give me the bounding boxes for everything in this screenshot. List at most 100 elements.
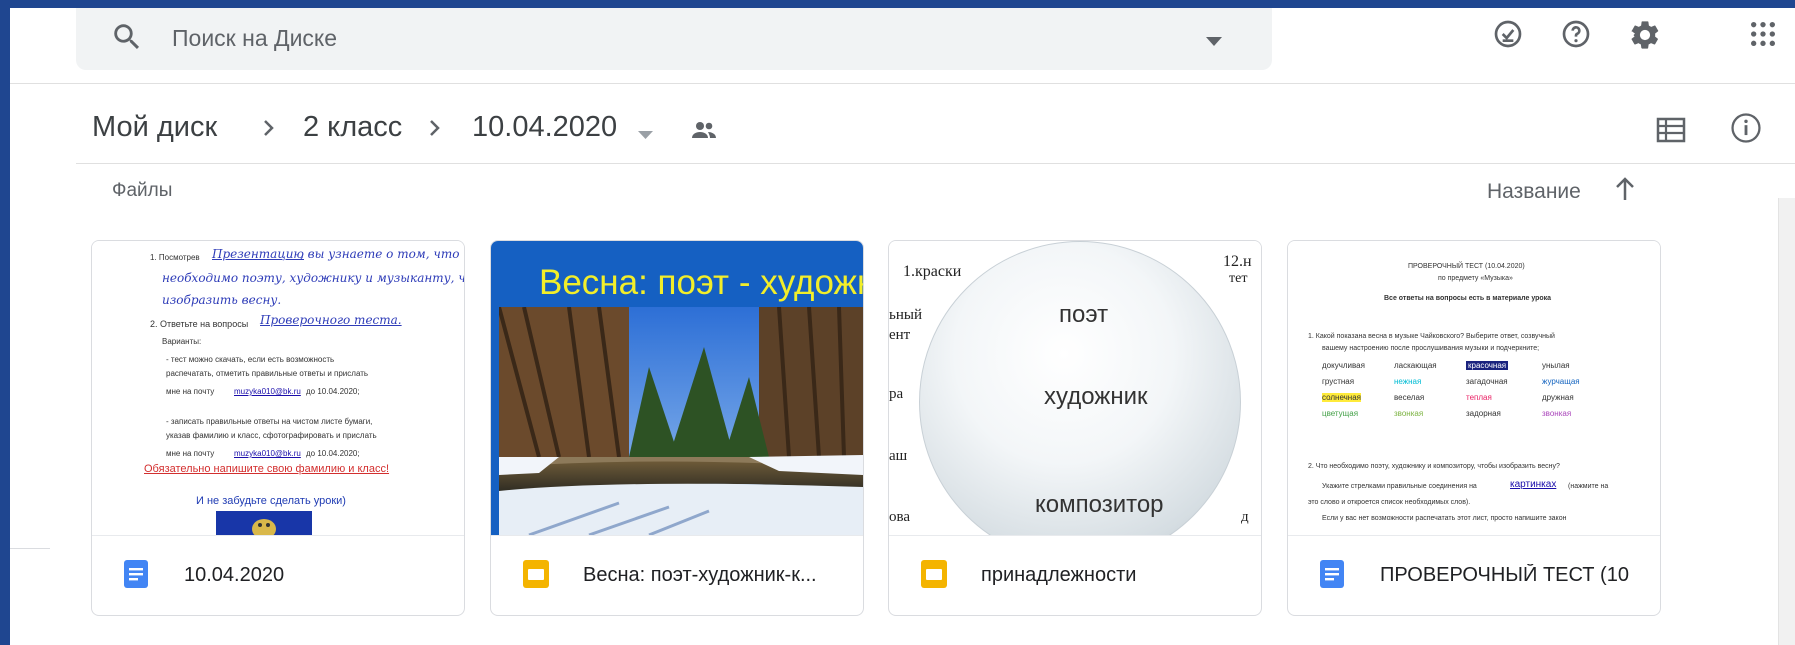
header-divider [10, 83, 1795, 84]
preview-text: ова [889, 509, 911, 525]
search-input[interactable]: Поиск на Диске [172, 25, 337, 52]
google-slides-icon [921, 560, 947, 593]
file-card[interactable]: Весна: поэт - художни Весна: поэт-художн… [490, 240, 864, 616]
shared-people-icon[interactable] [690, 120, 718, 145]
word: дружная [1542, 393, 1574, 402]
preview-text: - записать правильные ответы на чистом л… [166, 417, 373, 426]
preview-text: по предмету «Музыка» [1438, 275, 1513, 282]
file-thumbnail: 1. Посмотрев Презентацию , вы узнаете о … [92, 241, 464, 535]
word: загадочная [1466, 377, 1508, 386]
preview-text: Все ответы на вопросы есть в материале у… [1384, 295, 1552, 302]
breadcrumb-parent[interactable]: 2 класс [303, 111, 402, 144]
google-slides-icon [523, 560, 549, 593]
preview-link: Презентацию [212, 247, 304, 261]
google-docs-icon [124, 560, 148, 593]
drive-window: Поиск на Диске Мой диск 2 класс 10.04.20… [10, 8, 1795, 645]
offline-status-icon[interactable] [1492, 18, 1524, 55]
scrollbar[interactable] [1778, 198, 1795, 645]
word: солнечная [1322, 393, 1361, 402]
help-icon[interactable] [1560, 18, 1592, 55]
spring-landscape-photo [499, 307, 863, 535]
sort-ascending-arrow-icon[interactable] [1614, 176, 1636, 207]
word: звонкая [1394, 409, 1424, 418]
word: журчащая [1542, 377, 1580, 386]
bubble-word: поэт [1059, 301, 1109, 328]
word: нежная [1394, 377, 1422, 386]
file-card-footer: ПРОВЕРОЧНЫЙ ТЕСТ (10 [1288, 535, 1660, 615]
preview-text: указав фамилию и класс, сфотографировать… [166, 431, 377, 440]
preview-text: ент [889, 327, 911, 343]
word: ласкающая [1394, 361, 1437, 370]
chevron-right-icon [428, 118, 442, 143]
word: грустная [1322, 377, 1355, 386]
preview-image [216, 511, 312, 535]
preview-text: ПРОВЕРОЧНЫЙ ТЕСТ (10.04.2020) [1408, 263, 1525, 270]
files-section-label: Файлы [112, 180, 173, 201]
apps-grid-icon[interactable] [1747, 18, 1779, 55]
preview-text: , вы узнаете о том, что [300, 247, 460, 261]
sidebar-divider [10, 548, 50, 549]
file-name[interactable]: 10.04.2020 [184, 564, 444, 587]
breadcrumb-root[interactable]: Мой диск [92, 111, 217, 144]
preview-link: muzyka010@bk.ru [234, 449, 301, 458]
word: веселая [1394, 393, 1425, 402]
preview-link: muzyka010@bk.ru [234, 387, 301, 396]
file-card-footer: 10.04.2020 [92, 535, 464, 615]
preview-text: д [1241, 509, 1249, 525]
word: звонкая [1542, 409, 1572, 418]
preview-text: необходимо поэту, художнику и музыканту,… [162, 271, 464, 285]
sort-by-name-button[interactable]: Название [1487, 180, 1581, 204]
preview-link: картинках [1510, 479, 1557, 490]
preview-text: мне на почту [166, 387, 215, 396]
search-options-icon[interactable] [1206, 34, 1222, 52]
preview-link: Проверочного теста. [260, 313, 402, 327]
preview-text: до 10.04.2020; [306, 387, 360, 396]
preview-text: 2. Ответьте на вопросы [150, 319, 249, 329]
file-name[interactable]: принадлежности [981, 564, 1241, 587]
preview-text: ра [889, 386, 904, 402]
preview-text: 12.н [1223, 253, 1252, 270]
preview-text: 1. Посмотрев [150, 253, 200, 262]
settings-icon[interactable] [1628, 18, 1662, 57]
file-card-footer: принадлежности [889, 535, 1261, 615]
word: красочная [1466, 361, 1509, 370]
word: унылая [1542, 361, 1570, 370]
file-thumbnail: ПРОВЕРОЧНЫЙ ТЕСТ (10.04.2020) по предмет… [1288, 241, 1660, 535]
preview-text: 2. Что необходимо поэту, художнику и ком… [1308, 463, 1560, 470]
preview-text: Укажите стрелками правильные соединения … [1322, 483, 1477, 490]
bubble-word: композитор [1035, 491, 1164, 518]
folder-menu-caret-icon[interactable] [638, 127, 653, 145]
breadcrumb-divider [76, 163, 1795, 164]
preview-text: 1. Какой показана весна в музыке Чайковс… [1308, 333, 1555, 340]
preview-text: И не забудьте сделать уроки) [196, 495, 346, 507]
file-name[interactable]: ПРОВЕРОЧНЫЙ ТЕСТ (10 [1380, 564, 1640, 587]
word: докучливая [1322, 361, 1365, 370]
preview-text: 1.краски [903, 263, 962, 280]
slide-title: Весна: поэт - художни [539, 263, 863, 302]
preview-text: тет [1229, 271, 1248, 286]
preview-text: аш [889, 448, 908, 464]
file-thumbnail: Весна: поэт - художни [491, 241, 863, 535]
preview-text: ьный [889, 307, 922, 323]
preview-text: (нажмите на [1568, 483, 1609, 490]
preview-text: - тест можно скачать, если есть возможно… [166, 355, 335, 364]
list-view-icon[interactable] [1656, 117, 1686, 148]
preview-text: изобразить весну. [162, 293, 282, 307]
word: теплая [1466, 393, 1492, 402]
preview-text: до 10.04.2020; [306, 449, 360, 458]
word: задорная [1466, 409, 1501, 418]
google-docs-icon [1320, 560, 1344, 593]
preview-text: мне на почту [166, 449, 215, 458]
preview-text: Если у вас нет возможности распечатать э… [1322, 515, 1567, 522]
file-card[interactable]: 1.краски 12.н тет ьный ент ра аш ова д п… [888, 240, 1262, 616]
file-card[interactable]: ПРОВЕРОЧНЫЙ ТЕСТ (10.04.2020) по предмет… [1287, 240, 1661, 616]
preview-text: вашему настроению после прослушивания му… [1322, 345, 1540, 352]
preview-text: это слово и откроется список необходимых… [1308, 499, 1471, 506]
preview-text: Обязательно напишите свою фамилию и клас… [144, 463, 390, 475]
info-icon[interactable] [1729, 111, 1763, 150]
search-icon[interactable] [110, 20, 144, 59]
file-card[interactable]: 1. Посмотрев Презентацию , вы узнаете о … [91, 240, 465, 616]
file-name[interactable]: Весна: поэт-художник-к... [583, 564, 843, 587]
search-bar[interactable]: Поиск на Диске [76, 8, 1272, 70]
breadcrumb-current[interactable]: 10.04.2020 [472, 111, 617, 144]
